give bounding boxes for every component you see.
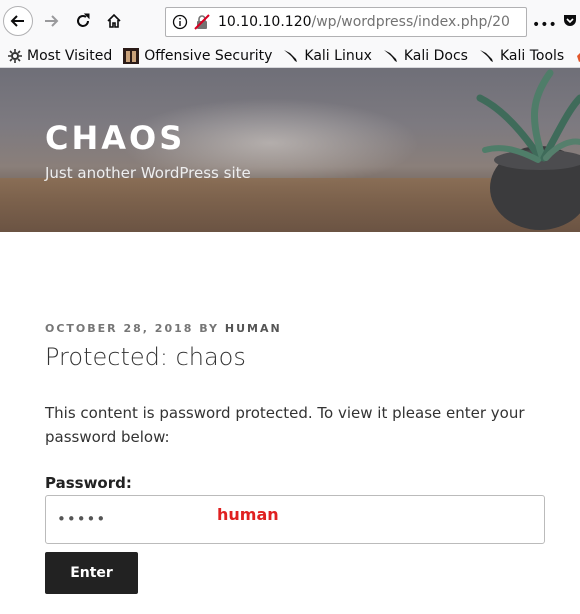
- forward-button[interactable]: [36, 6, 66, 36]
- annotation-text: human: [217, 505, 279, 524]
- bookmark-label: Offensive Security: [144, 47, 273, 64]
- bookmarks-bar: Most Visited Offensive Security Kali Lin…: [0, 44, 580, 68]
- password-input[interactable]: •••••: [45, 495, 545, 544]
- url-text: 10.10.10.120/wp/wordpress/index.php/20: [218, 14, 510, 30]
- url-bar[interactable]: 10.10.10.120/wp/wordpress/index.php/20: [165, 7, 527, 37]
- enter-button[interactable]: Enter: [45, 552, 138, 594]
- info-icon[interactable]: [172, 14, 188, 30]
- arrow-right-icon: [45, 15, 59, 27]
- site-description: Just another WordPress site: [45, 164, 251, 182]
- bookmark-label: Kali Linux: [304, 47, 372, 64]
- post-author[interactable]: HUMAN: [225, 322, 282, 335]
- bookmark-label: Most Visited: [27, 47, 113, 64]
- kali-dragon-icon: [383, 49, 397, 62]
- post-by: BY: [199, 322, 220, 335]
- password-label: Password:: [45, 474, 132, 492]
- bookmark-kali-tools[interactable]: Kali Tools: [479, 48, 564, 64]
- bookmark-exploit-db[interactable]: [575, 48, 580, 64]
- back-button[interactable]: [3, 6, 33, 36]
- post-text: This content is password protected. To v…: [45, 404, 525, 446]
- exploit-db-icon: [577, 52, 580, 62]
- kali-dragon-icon: [479, 49, 493, 62]
- post-date[interactable]: OCTOBER 28, 2018: [45, 322, 193, 335]
- pocket-icon: [564, 15, 576, 26]
- bookmark-kali-docs[interactable]: Kali Docs: [383, 48, 468, 64]
- page-actions-button[interactable]: •••: [532, 14, 557, 33]
- kali-dragon-icon: [284, 49, 298, 62]
- reload-icon: [77, 13, 90, 27]
- password-mask: •••••: [57, 510, 107, 528]
- pocket-button[interactable]: [562, 12, 578, 32]
- more-icon: •••: [532, 17, 557, 33]
- plant-image: [476, 69, 580, 230]
- offsec-icon: [123, 47, 140, 64]
- bookmark-label: Kali Tools: [499, 47, 565, 64]
- bookmark-label: Kali Docs: [403, 47, 468, 64]
- post-meta: OCTOBER 28, 2018 BY HUMAN: [45, 322, 282, 335]
- site-title[interactable]: CHAOS: [45, 119, 185, 157]
- arrow-left-icon: [10, 15, 24, 27]
- bookmark-offensive-security[interactable]: Offensive Security: [123, 47, 273, 64]
- home-icon: [107, 13, 121, 28]
- bookmark-most-visited[interactable]: Most Visited: [8, 48, 112, 64]
- browser-toolbar: 10.10.10.120/wp/wordpress/index.php/20 •…: [0, 0, 580, 44]
- home-button[interactable]: [99, 6, 129, 36]
- reload-button[interactable]: [68, 6, 98, 36]
- post-title: Protected: chaos: [45, 343, 246, 371]
- insecure-lock-icon[interactable]: [194, 14, 210, 30]
- bookmark-kali-linux[interactable]: Kali Linux: [283, 47, 372, 64]
- gear-icon: [8, 48, 22, 63]
